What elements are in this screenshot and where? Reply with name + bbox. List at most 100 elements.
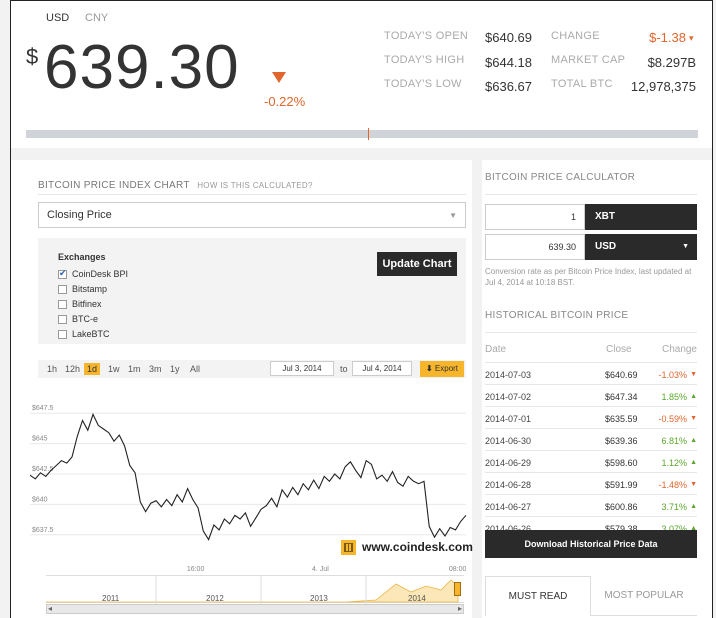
update-chart-button[interactable]: Update Chart — [377, 252, 457, 276]
range-12h[interactable]: 12h — [62, 363, 83, 375]
row-close: $639.36 — [605, 436, 638, 446]
fiat-unit-value: USD — [595, 241, 617, 252]
down-arrow-icon — [272, 72, 286, 83]
btc-amount-input[interactable]: 1 — [485, 204, 585, 230]
stat-value-change: $-1.38 — [649, 30, 686, 45]
column-divider — [472, 160, 482, 618]
x-tick-label: 08:00 — [449, 566, 467, 573]
range-1h[interactable]: 1h — [44, 363, 60, 375]
btc-unit-label: XBT — [585, 204, 697, 230]
range-1w[interactable]: 1w — [105, 363, 123, 375]
exchange-checkbox-coindesk[interactable]: CoinDesk BPI — [58, 268, 129, 279]
exchange-name: LakeBTC — [72, 329, 110, 339]
table-row: 2014-07-02 $647.34 1.85% ▲ — [485, 384, 697, 406]
fiat-amount-input[interactable]: 639.30 — [485, 234, 585, 260]
stat-value: 12,978,375 — [630, 79, 696, 94]
divider — [485, 332, 697, 333]
exchange-checkbox-bitstamp[interactable]: Bitstamp — [58, 284, 107, 294]
range-all[interactable]: All — [187, 363, 203, 375]
coindesk-logo-icon — [341, 540, 356, 555]
col-date: Date — [485, 344, 507, 355]
currency-tab-cny[interactable]: CNY — [85, 12, 108, 24]
navigator-scrollbar[interactable]: ◂ ▸ — [46, 604, 464, 614]
row-date: 2014-06-28 — [485, 480, 532, 490]
exchange-checkbox-lakebtc[interactable]: LakeBTC — [58, 329, 110, 339]
checkbox-checked[interactable] — [58, 268, 67, 279]
currency-tab-usd[interactable]: USD — [46, 12, 69, 24]
checkbox[interactable] — [58, 314, 67, 324]
up-arrow-icon: ▲ — [690, 437, 697, 444]
stat-value: $640.69 — [485, 30, 532, 45]
row-date: 2014-07-01 — [485, 414, 532, 424]
table-row: 2014-06-30 $639.36 6.81% ▲ — [485, 428, 697, 450]
exchange-checkbox-bitfinex[interactable]: Bitfinex — [58, 299, 102, 309]
download-historical-button[interactable]: Download Historical Price Data — [485, 530, 697, 558]
price-type-select[interactable]: Closing Price ▼ — [38, 202, 466, 228]
row-change: 1.85% — [661, 392, 687, 402]
price-range-marker — [368, 128, 369, 140]
scroll-right-icon[interactable]: ▸ — [458, 604, 462, 613]
exchange-name: CoinDesk BPI — [72, 269, 129, 279]
download-icon: ⬇ — [425, 364, 433, 373]
down-arrow-icon: ▼ — [690, 371, 697, 378]
up-arrow-icon: ▲ — [690, 459, 697, 466]
tab-most-popular[interactable]: MOST POPULAR — [591, 576, 697, 616]
x-axis-labels: 16:00 4. Jul 08:00 — [187, 566, 467, 573]
date-to-input[interactable]: Jul 4, 2014 — [352, 361, 412, 376]
y-tick-label: $637.5 — [32, 527, 54, 534]
exchange-checkbox-btce[interactable]: BTC-e — [58, 314, 98, 324]
divider — [38, 194, 466, 195]
row-date: 2014-06-29 — [485, 458, 532, 468]
tab-must-read[interactable]: MUST READ — [485, 576, 591, 616]
conversion-note: Conversion rate as per Bitcoin Price Ind… — [485, 267, 692, 287]
row-change: 3.71% — [661, 502, 687, 512]
down-arrow-icon: ▼ — [690, 481, 697, 488]
export-button[interactable]: ⬇ Export — [420, 361, 464, 377]
fiat-unit-select[interactable]: USD ▼ — [585, 234, 697, 260]
navigator-handle[interactable] — [454, 582, 461, 596]
exchanges-box: Exchanges CoinDesk BPI Bitstamp Bitfinex… — [38, 238, 466, 344]
row-close: $635.59 — [605, 414, 638, 424]
range-1m[interactable]: 1m — [125, 363, 144, 375]
table-row: 2014-07-01 $635.59 -0.59% ▼ — [485, 406, 697, 428]
date-from-input[interactable]: Jul 3, 2014 — [270, 361, 334, 376]
price-line — [30, 412, 467, 541]
y-grid — [30, 412, 466, 536]
range-toolbar: 1h 12h 1d 1w 1m 3m 1y All Jul 3, 2014 to… — [38, 360, 466, 378]
y-axis-labels: $647.5$645$642.5$640$637.5 — [32, 405, 54, 534]
stat-value: $644.18 — [485, 55, 532, 70]
checkbox[interactable] — [58, 284, 67, 294]
range-1y[interactable]: 1y — [167, 363, 183, 375]
chart-navigator[interactable]: 2011 2012 2013 2014 — [46, 575, 464, 604]
stat-value: $8.297B — [647, 55, 696, 70]
stat-label: TODAY'S HIGH — [384, 54, 465, 66]
chevron-down-icon: ▼ — [449, 211, 457, 220]
scroll-left-icon[interactable]: ◂ — [48, 604, 52, 613]
x-tick-label: 4. Jul — [312, 566, 329, 573]
date-to-label: to — [340, 364, 348, 374]
row-date: 2014-07-02 — [485, 392, 532, 402]
stat-value: $636.67 — [485, 79, 532, 94]
navigator-year: 2014 — [408, 594, 426, 603]
x-tick-label: 16:00 — [187, 566, 205, 573]
row-close: $600.86 — [605, 502, 638, 512]
range-1d[interactable]: 1d — [84, 363, 101, 375]
row-change: -0.59% — [658, 414, 687, 424]
checkbox[interactable] — [58, 329, 67, 339]
how-calculated-link[interactable]: HOW IS THIS CALCULATED? — [197, 181, 313, 190]
navigator-year: 2012 — [206, 594, 224, 603]
range-3m[interactable]: 3m — [146, 363, 165, 375]
up-arrow-icon: ▲ — [690, 503, 697, 510]
row-change: 1.12% — [661, 458, 687, 468]
row-date: 2014-06-27 — [485, 502, 532, 512]
exchange-name: Bitfinex — [72, 299, 102, 309]
navigator-year: 2011 — [102, 594, 120, 603]
navigator-year: 2013 — [310, 594, 328, 603]
stat-label: CHANGE — [551, 30, 600, 42]
section-divider — [11, 148, 712, 160]
row-change: -1.03% — [658, 370, 687, 380]
table-row: 2014-06-27 $600.86 3.71% ▲ — [485, 494, 697, 516]
row-change: -1.48% — [658, 480, 687, 490]
checkbox[interactable] — [58, 299, 67, 309]
price-currency-symbol: $ — [26, 44, 39, 69]
